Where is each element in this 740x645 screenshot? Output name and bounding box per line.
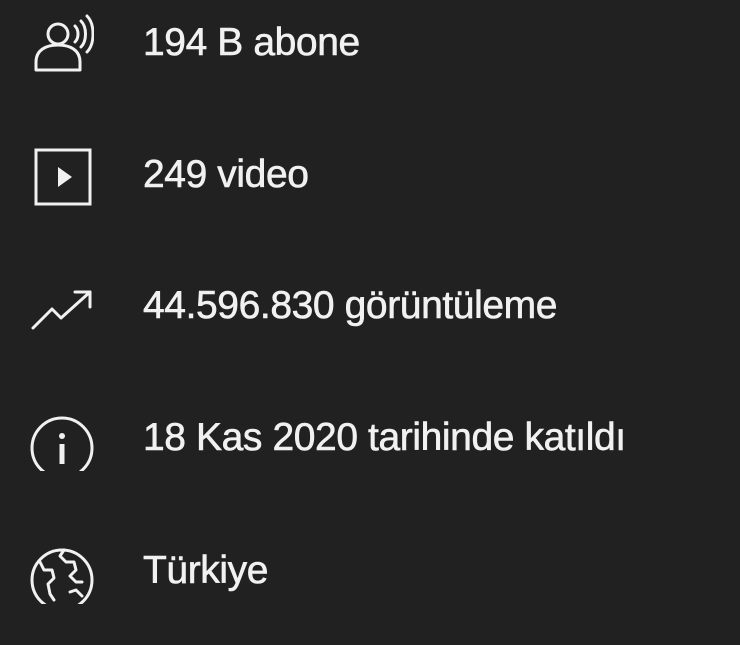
channel-stats-list: 194 B abone 249 video 44.596.830 görüntü… xyxy=(0,0,740,645)
trending-up-icon xyxy=(30,275,94,339)
stat-row-joined: 18 Kas 2020 tarihinde katıldı xyxy=(0,397,740,477)
view-count: 44.596.830 görüntüleme xyxy=(143,284,558,328)
subscriber-count: 194 B abone xyxy=(143,21,361,65)
globe-icon xyxy=(30,540,94,604)
info-icon xyxy=(30,407,94,471)
video-count: 249 video xyxy=(143,153,310,197)
stat-row-videos: 249 video xyxy=(0,134,740,214)
join-date: 18 Kas 2020 tarihinde katıldı xyxy=(143,416,627,460)
stat-row-views: 44.596.830 görüntüleme xyxy=(0,265,740,345)
stat-row-subscribers: 194 B abone xyxy=(0,2,740,82)
subscribers-icon xyxy=(30,12,94,76)
stat-row-country: Türkiye xyxy=(0,530,740,610)
country: Türkiye xyxy=(143,549,269,593)
video-icon xyxy=(30,144,94,208)
